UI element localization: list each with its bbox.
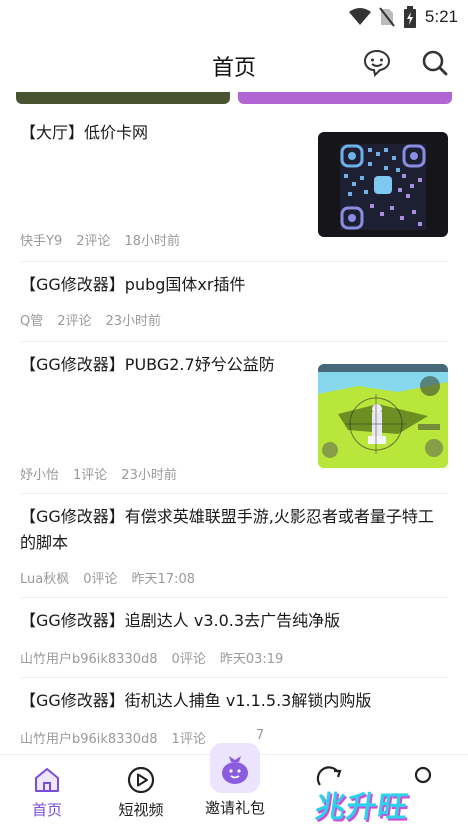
status-time: 5:21 [424, 7, 458, 26]
play-circle-icon [127, 766, 155, 794]
post-item[interactable]: 【GG修改器】追剧达人 v3.0.3去广告纯净版 山竹用户b96ik8330d8… [20, 598, 448, 678]
post-title[interactable]: 【GG修改器】追剧达人 v3.0.3去广告纯净版 [20, 608, 444, 634]
post-comments: 1评论 [171, 732, 206, 747]
post-item[interactable]: 【GG修改器】pubg国体xr插件 Q管 2评论 23小时前 [20, 262, 448, 342]
home-icon [35, 768, 59, 792]
post-title[interactable]: 【GG修改器】PUBG2.7妤兮公益防 [20, 352, 300, 378]
post-author[interactable]: 快手Y9 [20, 230, 62, 249]
post-meta: Lua秋枫 0评论 昨天17:08 [20, 568, 195, 587]
status-bar: 5:21 [0, 0, 468, 34]
post-comments: 0评论 [171, 652, 206, 667]
post-item[interactable]: 【GG修改器】PUBG2.7妤兮公益防 妤小怡 1评论 23小时前 [20, 342, 448, 494]
post-time: 23小时前 [121, 468, 177, 483]
battery-icon [403, 6, 416, 28]
gift-bag-icon [222, 756, 248, 784]
post-meta: 妤小怡 1评论 23小时前 [20, 464, 177, 483]
banner-right[interactable] [238, 92, 452, 104]
search-icon [422, 50, 448, 76]
post-time: 昨天17:08 [131, 572, 195, 587]
nav-short-video[interactable]: 短视频 [94, 755, 188, 832]
post-author[interactable]: Lua秋枫 [20, 568, 69, 587]
post-time: 23小时前 [105, 314, 162, 329]
page-title: 首页 [211, 56, 256, 81]
no-sim-icon [379, 7, 395, 27]
nav-invite[interactable]: 邀请礼包 [188, 743, 282, 832]
post-thumbnail[interactable] [318, 364, 448, 468]
nav-short-video-label: 短视频 [118, 801, 164, 819]
chat-smile-icon [363, 49, 391, 78]
search-button[interactable] [418, 46, 452, 80]
banner-left[interactable] [16, 92, 230, 104]
app-header: 首页 [0, 34, 468, 92]
post-meta: 山竹用户b96ik8330d8 0评论 昨天03:19 [20, 648, 283, 667]
game-screenshot-image [318, 364, 448, 468]
watermark-logo: 兆升旺 [313, 790, 411, 825]
post-thumbnail[interactable] [318, 132, 448, 237]
nav-invite-label: 邀请礼包 [204, 799, 265, 817]
post-time: 7 [255, 728, 265, 743]
qr-code-image [340, 144, 426, 230]
post-item[interactable]: 【GG修改器】有偿求英雄联盟手游,火影忍者或者量子特工的脚本 Lua秋枫 0评论… [20, 494, 448, 598]
post-comments: 1评论 [73, 468, 108, 483]
nav-home[interactable]: 首页 [0, 755, 94, 832]
wifi-icon [348, 8, 371, 25]
post-author[interactable]: 山竹用户b96ik8330d8 [20, 728, 158, 747]
post-author[interactable]: Q管 [20, 310, 43, 329]
status-icons: 5:21 [348, 6, 458, 28]
post-author[interactable]: 妤小怡 [20, 464, 59, 483]
banner-carousel[interactable] [16, 92, 452, 104]
post-time: 昨天03:19 [219, 652, 284, 667]
post-title[interactable]: 【GG修改器】街机达人捕鱼 v1.1.5.3解锁内购版 [20, 688, 448, 714]
post-comments: 2评论 [76, 234, 111, 249]
post-item[interactable]: 【大厅】低价卡网 快手Y9 2评论 18小时前 [20, 104, 448, 262]
user-icon [414, 766, 432, 784]
chat-button[interactable] [360, 46, 394, 80]
nav-home-label: 首页 [31, 801, 62, 819]
post-feed[interactable]: 【大厅】低价卡网 快手Y9 2评论 18小时前 【GG修改器】pubg国体xr插… [0, 104, 468, 754]
post-meta: 快手Y9 2评论 18小时前 [20, 230, 180, 249]
post-title[interactable]: 【大厅】低价卡网 [20, 120, 300, 146]
post-time: 18小时前 [124, 234, 181, 249]
post-comments: 0评论 [83, 572, 118, 587]
gift-bag-button[interactable] [210, 743, 260, 793]
post-meta: Q管 2评论 23小时前 [20, 310, 161, 329]
post-title[interactable]: 【GG修改器】有偿求英雄联盟手游,火影忍者或者量子特工的脚本 [20, 504, 444, 556]
post-title[interactable]: 【GG修改器】pubg国体xr插件 [20, 272, 440, 298]
post-comments: 2评论 [57, 314, 92, 329]
post-author[interactable]: 山竹用户b96ik8330d8 [20, 648, 158, 667]
